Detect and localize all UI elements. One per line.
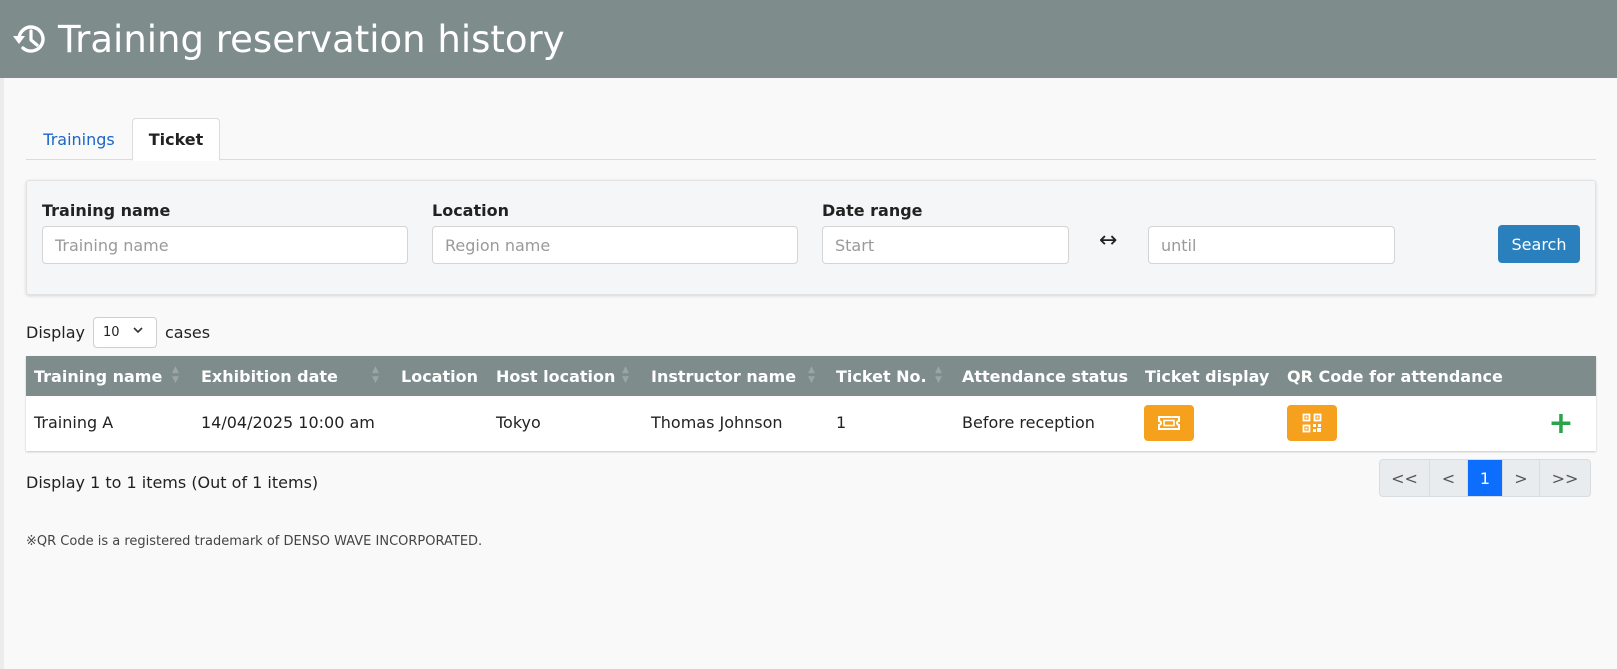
next-page-button[interactable]: > — [1503, 460, 1540, 496]
tab-bar: Trainings Ticket — [26, 118, 1596, 161]
column-label: QR Code for attendance — [1287, 366, 1503, 386]
page-size-value: 10 — [102, 324, 120, 340]
column-header-qr-code: QR Code for attendance — [1287, 356, 1503, 396]
column-header-instructor-name[interactable]: Instructor name — [651, 356, 796, 396]
location-input[interactable] — [432, 226, 798, 264]
date-start-input[interactable] — [822, 226, 1069, 264]
page-size-select[interactable]: 10 — [92, 316, 157, 348]
column-header-exhibition-date[interactable]: Exhibition date — [201, 356, 338, 396]
last-page-button[interactable]: >> — [1540, 460, 1590, 496]
page-edge — [0, 78, 4, 669]
cell-exhibition-date: 14/04/2025 10:00 am — [201, 413, 375, 432]
display-prefix: Display — [26, 322, 85, 342]
column-header-host-location[interactable]: Host location — [496, 356, 615, 396]
chevron-down-icon — [132, 324, 144, 339]
ticket-display-button[interactable] — [1144, 405, 1194, 441]
column-header-ticket-no[interactable]: Ticket No. — [836, 356, 927, 396]
column-header-ticket-display: Ticket display — [1145, 356, 1269, 396]
sort-icon: ▲ ▼ — [622, 365, 629, 385]
ticket-icon — [1158, 416, 1180, 430]
search-button[interactable]: Search — [1498, 225, 1580, 263]
column-header-location: Location — [401, 356, 478, 396]
training-name-input[interactable] — [42, 226, 408, 264]
column-label: Training name — [34, 366, 163, 386]
page-header: Training reservation history — [0, 0, 1617, 78]
table-header: Training name ▲ ▼ Exhibition date ▲ ▼ Loca… — [26, 356, 1596, 396]
date-until-input[interactable] — [1148, 226, 1395, 264]
page-1-button[interactable]: 1 — [1468, 460, 1503, 496]
cell-host-location: Tokyo — [496, 413, 541, 432]
column-label: Ticket display — [1145, 366, 1270, 386]
sort-icon: ▲ ▼ — [172, 365, 179, 385]
cell-training-name: Training A — [34, 413, 114, 432]
cell-instructor-name: Thomas Johnson — [651, 413, 783, 432]
display-suffix: cases — [164, 322, 211, 342]
expand-row-icon[interactable]: + — [1548, 406, 1574, 441]
items-summary: Display 1 to 1 items (Out of 1 items) — [26, 473, 319, 492]
history-icon — [13, 25, 45, 53]
column-label: Attendance status — [962, 366, 1128, 386]
location-label: Location — [432, 201, 509, 220]
reservations-table: Training name ▲ ▼ Exhibition date ▲ ▼ Loca… — [26, 356, 1596, 451]
page-size-row: Display 10 cases — [26, 316, 210, 348]
tab-ticket[interactable]: Ticket — [132, 118, 220, 161]
column-label: Ticket No. — [836, 366, 927, 386]
trademark-footnote: ※QR Code is a registered trademark of DE… — [26, 534, 483, 549]
column-label: Host location — [496, 366, 616, 386]
qr-code-icon — [1302, 413, 1322, 433]
column-label: Instructor name — [651, 366, 797, 386]
prev-page-button[interactable]: < — [1430, 460, 1468, 496]
search-panel: Training name Location Date range ↔ Sear… — [26, 180, 1596, 295]
sort-icon: ▲ ▼ — [372, 365, 379, 385]
cell-ticket-no: 1 — [836, 413, 847, 432]
qr-code-button[interactable] — [1287, 405, 1337, 441]
sort-icon: ▲ ▼ — [808, 365, 815, 385]
date-range-label: Date range — [822, 201, 923, 220]
column-label: Exhibition date — [201, 366, 338, 386]
pagination: << < 1 > >> — [1379, 459, 1591, 497]
column-label: Location — [401, 366, 478, 386]
training-name-label: Training name — [42, 201, 171, 220]
date-range-separator: ↔ — [1099, 228, 1118, 253]
page-title: Training reservation history — [58, 17, 565, 61]
column-header-training-name[interactable]: Training name — [34, 356, 162, 396]
tab-trainings[interactable]: Trainings — [26, 118, 132, 160]
sort-icon: ▲ ▼ — [935, 365, 942, 385]
cell-attendance-status: Before reception — [962, 413, 1095, 432]
column-header-attendance-status: Attendance status — [962, 356, 1128, 396]
first-page-button[interactable]: << — [1380, 460, 1430, 496]
